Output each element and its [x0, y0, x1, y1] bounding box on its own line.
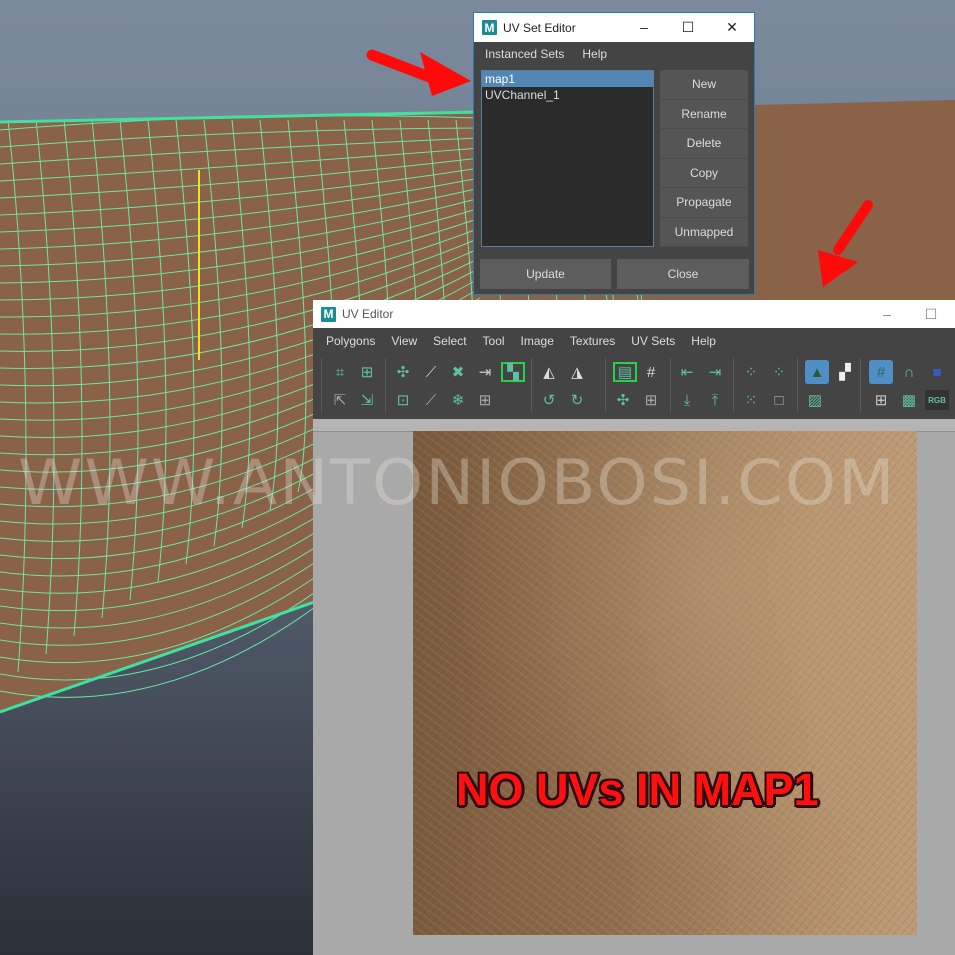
arrow-icon-left — [366, 49, 471, 96]
annotation-arrows — [366, 49, 873, 287]
arrow-icon-right — [818, 200, 873, 287]
